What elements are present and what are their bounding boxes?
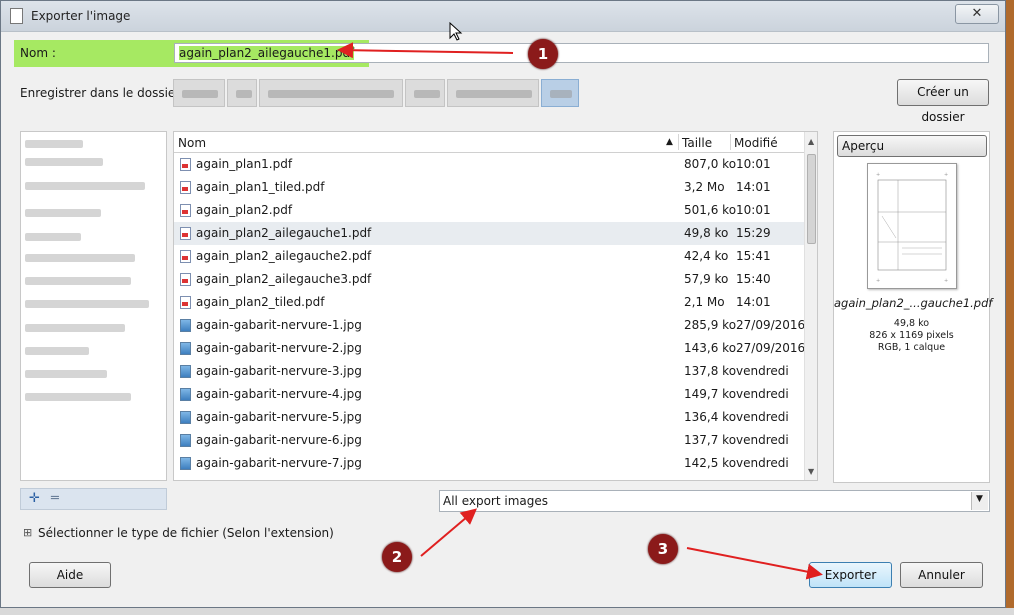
- background-window-bottom: [0, 608, 1014, 615]
- annotation-arrow-3: [686, 547, 823, 580]
- export-image-dialog: Exporter l'image ✕ Nom : again_plan2_ail…: [0, 0, 1006, 608]
- annotation-arrow-1: [337, 42, 514, 59]
- annotation-arrows: [337, 42, 823, 580]
- mouse-cursor-icon: [449, 22, 463, 41]
- background-window-edge: [1006, 0, 1014, 615]
- annotation-arrow-2: [420, 508, 478, 557]
